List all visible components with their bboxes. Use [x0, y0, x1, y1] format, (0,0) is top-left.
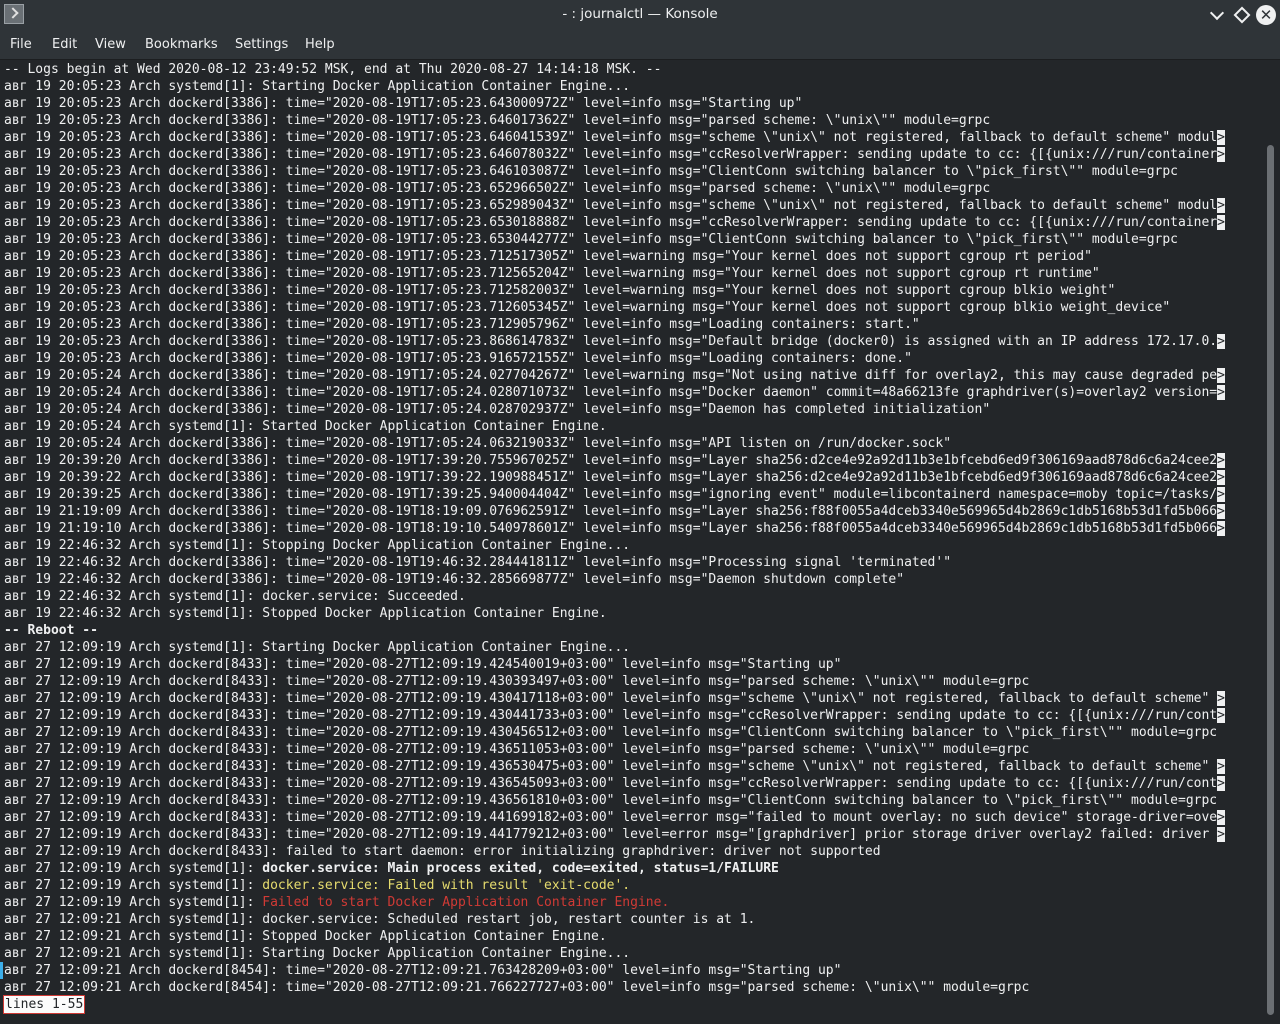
log-line: -- Logs begin at Wed 2020-08-12 23:49:52…: [4, 62, 662, 77]
truncation-marker: >: [1217, 776, 1225, 791]
log-line: авг 27 12:09:19 Arch dockerd[8433]: time…: [4, 776, 1225, 791]
log-line: авг 19 20:05:24 Arch dockerd[3386]: time…: [4, 368, 1225, 383]
truncation-marker: >: [1217, 470, 1225, 485]
log-line: авг 19 20:05:23 Arch dockerd[3386]: time…: [4, 147, 1225, 162]
log-line: авг 27 12:09:19 Arch dockerd[8433]: time…: [4, 708, 1225, 723]
log-line: авг 19 20:39:20 Arch dockerd[3386]: time…: [4, 453, 1225, 468]
truncation-marker: >: [1217, 487, 1225, 502]
log-line: авг 19 20:05:24 Arch dockerd[3386]: time…: [4, 402, 991, 417]
log-line: -- Reboot --: [4, 623, 98, 638]
log-line: авг 27 12:09:21 Arch dockerd[8454]: time…: [4, 963, 842, 978]
truncation-marker: >: [1217, 691, 1225, 706]
log-line: авг 19 20:39:22 Arch dockerd[3386]: time…: [4, 470, 1225, 485]
log-line: авг 19 21:19:09 Arch dockerd[3386]: time…: [4, 504, 1225, 519]
truncation-marker: >: [1217, 453, 1225, 468]
menu-edit[interactable]: Edit: [52, 37, 77, 52]
log-line: авг 19 20:05:23 Arch dockerd[3386]: time…: [4, 181, 991, 196]
terminal-view[interactable]: -- Logs begin at Wed 2020-08-12 23:49:52…: [0, 60, 1264, 1024]
log-line: авг 27 12:09:19 Arch dockerd[8433]: time…: [4, 657, 842, 672]
log-line: авг 27 12:09:19 Arch dockerd[8433]: fail…: [4, 844, 881, 859]
menu-bookmarks[interactable]: Bookmarks: [145, 37, 218, 52]
menu-view[interactable]: View: [95, 37, 126, 52]
truncation-marker: >: [1217, 215, 1225, 230]
truncation-marker: >: [1217, 810, 1225, 825]
log-line: авг 19 20:05:24 Arch systemd[1]: Started…: [4, 419, 607, 434]
truncation-marker: >: [1217, 147, 1225, 162]
window-title: - : journalctl — Konsole: [562, 6, 718, 22]
truncation-marker: >: [1217, 334, 1225, 349]
log-line: авг 27 12:09:19 Arch systemd[1]: docker.…: [4, 861, 779, 876]
menu-bar: File Edit View Bookmarks Settings Help: [0, 30, 1280, 60]
truncation-marker: >: [1217, 708, 1225, 723]
log-line: авг 27 12:09:19 Arch dockerd[8433]: time…: [4, 674, 1030, 689]
log-line: авг 19 20:05:23 Arch dockerd[3386]: time…: [4, 351, 912, 366]
maximize-button[interactable]: [1231, 4, 1253, 26]
log-line: авг 19 20:05:23 Arch dockerd[3386]: time…: [4, 215, 1225, 230]
log-line: авг 19 20:05:23 Arch dockerd[3386]: time…: [4, 283, 1116, 298]
truncation-marker: >: [1217, 130, 1225, 145]
log-output: -- Logs begin at Wed 2020-08-12 23:49:52…: [4, 61, 1225, 996]
log-line: авг 27 12:09:19 Arch systemd[1]: docker.…: [4, 878, 631, 893]
truncation-marker: >: [1217, 759, 1225, 774]
log-line: авг 19 22:46:32 Arch systemd[1]: Stopped…: [4, 606, 607, 621]
log-line: авг 19 22:46:32 Arch dockerd[3386]: time…: [4, 572, 905, 587]
log-line: авг 27 12:09:19 Arch dockerd[8433]: time…: [4, 725, 1218, 740]
log-line: авг 27 12:09:19 Arch dockerd[8433]: time…: [4, 759, 1225, 774]
log-line: авг 19 20:05:23 Arch systemd[1]: Startin…: [4, 79, 631, 94]
log-line: авг 19 20:05:23 Arch dockerd[3386]: time…: [4, 300, 1171, 315]
close-icon: ✕: [1259, 6, 1273, 24]
log-line: авг 27 12:09:19 Arch systemd[1]: Failed …: [4, 895, 670, 910]
scrollbar-thumb[interactable]: [1267, 145, 1274, 1015]
log-line: авг 27 12:09:19 Arch dockerd[8433]: time…: [4, 793, 1218, 808]
log-line: авг 19 21:19:10 Arch dockerd[3386]: time…: [4, 521, 1225, 536]
log-line: авг 19 20:05:23 Arch dockerd[3386]: time…: [4, 96, 803, 111]
truncation-marker: >: [1217, 521, 1225, 536]
log-line: авг 27 12:09:19 Arch dockerd[8433]: time…: [4, 810, 1225, 825]
menu-file[interactable]: File: [10, 37, 32, 52]
log-line: авг 19 20:05:23 Arch dockerd[3386]: time…: [4, 164, 1178, 179]
truncation-marker: >: [1217, 504, 1225, 519]
log-line: авг 19 20:39:25 Arch dockerd[3386]: time…: [4, 487, 1225, 502]
menu-settings[interactable]: Settings: [235, 37, 288, 52]
log-line: авг 27 12:09:19 Arch dockerd[8433]: time…: [4, 691, 1225, 706]
chevron-down-icon: [1209, 5, 1225, 21]
menu-help[interactable]: Help: [305, 37, 335, 52]
log-line: авг 19 22:46:32 Arch dockerd[3386]: time…: [4, 555, 952, 570]
log-line: авг 19 20:05:24 Arch dockerd[3386]: time…: [4, 436, 952, 451]
log-line: авг 19 22:46:32 Arch systemd[1]: Stoppin…: [4, 538, 631, 553]
log-line: авг 27 12:09:21 Arch systemd[1]: Startin…: [4, 946, 631, 961]
log-line: авг 27 12:09:19 Arch systemd[1]: Startin…: [4, 640, 631, 655]
log-line: авг 19 20:05:23 Arch dockerd[3386]: time…: [4, 198, 1225, 213]
title-bar: - : journalctl — Konsole ✕: [0, 0, 1280, 30]
truncation-marker: >: [1217, 198, 1225, 213]
truncation-marker: >: [1217, 385, 1225, 400]
log-line: авг 27 12:09:19 Arch dockerd[8433]: time…: [4, 827, 1225, 842]
minimize-button[interactable]: [1206, 4, 1228, 26]
cursor-marker: [0, 962, 3, 979]
log-line: авг 19 20:05:23 Arch dockerd[3386]: time…: [4, 113, 991, 128]
truncation-marker: >: [1217, 827, 1225, 842]
log-line: авг 19 20:05:23 Arch dockerd[3386]: time…: [4, 266, 1100, 281]
log-line: авг 27 12:09:21 Arch dockerd[8454]: time…: [4, 980, 1030, 995]
log-line: авг 19 20:05:23 Arch dockerd[3386]: time…: [4, 317, 920, 332]
pager-status: lines 1-55: [3, 995, 86, 1014]
log-line: авг 19 22:46:32 Arch systemd[1]: docker.…: [4, 589, 466, 604]
close-button[interactable]: ✕: [1256, 5, 1276, 25]
log-line: авг 19 20:05:23 Arch dockerd[3386]: time…: [4, 232, 1178, 247]
truncation-marker: >: [1217, 368, 1225, 383]
log-line: авг 19 20:05:23 Arch dockerd[3386]: time…: [4, 334, 1225, 349]
log-line: авг 27 12:09:21 Arch systemd[1]: docker.…: [4, 912, 756, 927]
log-line: авг 27 12:09:19 Arch dockerd[8433]: time…: [4, 742, 1030, 757]
log-line: авг 19 20:05:24 Arch dockerd[3386]: time…: [4, 385, 1225, 400]
log-line: авг 19 20:05:23 Arch dockerd[3386]: time…: [4, 130, 1225, 145]
diamond-icon: [1233, 6, 1251, 24]
log-line: авг 19 20:05:23 Arch dockerd[3386]: time…: [4, 249, 1092, 264]
log-line: авг 27 12:09:21 Arch systemd[1]: Stopped…: [4, 929, 607, 944]
